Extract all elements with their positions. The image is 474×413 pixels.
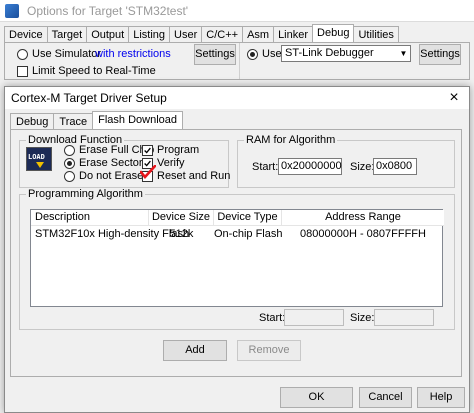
cell-address-range: 08000000H - 0807FFFFH bbox=[300, 228, 426, 240]
tab-asm[interactable]: Asm bbox=[242, 26, 275, 43]
panel-divider bbox=[239, 43, 240, 79]
add-button[interactable]: Add bbox=[163, 340, 227, 361]
tab-output[interactable]: Output bbox=[86, 26, 130, 43]
erase-full-chip-option[interactable]: Erase Full Chip bbox=[64, 144, 154, 156]
tab-flash-download[interactable]: Flash Download bbox=[92, 111, 184, 129]
tab-debug[interactable]: Debug bbox=[312, 24, 355, 43]
ram-for-algorithm-group: RAM for Algorithm Start: 0x20000000 Size… bbox=[237, 134, 455, 188]
verify-label: Verify bbox=[157, 157, 185, 169]
simulator-settings-button[interactable]: Settings bbox=[194, 44, 236, 65]
erase-sectors-label: Erase Sectors bbox=[79, 157, 149, 169]
algo-size-label: Size: bbox=[350, 312, 375, 324]
chevron-down-icon[interactable]: ▼ bbox=[397, 46, 410, 61]
keil-app-icon bbox=[5, 3, 19, 18]
col-device-size[interactable]: Device Size bbox=[149, 210, 214, 226]
col-description[interactable]: Description bbox=[31, 210, 149, 226]
remove-button[interactable]: Remove bbox=[237, 340, 301, 361]
use-simulator-label: Use Simulator bbox=[32, 48, 102, 60]
do-not-erase-radio[interactable] bbox=[64, 170, 75, 182]
tab-listing[interactable]: Listing bbox=[128, 26, 171, 43]
tab-user[interactable]: User bbox=[169, 26, 203, 43]
ok-button[interactable]: OK bbox=[280, 387, 353, 408]
use-simulator-radio[interactable] bbox=[17, 48, 28, 60]
cancel-button[interactable]: Cancel bbox=[359, 387, 412, 408]
flash-download-panel: Download Function LOAD Erase Full Chip E… bbox=[10, 129, 462, 377]
limit-speed-option[interactable]: Limit Speed to Real-Time bbox=[17, 65, 156, 77]
cell-description: STM32F10x High-density Flash bbox=[35, 228, 190, 240]
ram-for-algorithm-label: RAM for Algorithm bbox=[244, 134, 338, 146]
close-icon[interactable]: × bbox=[439, 87, 469, 109]
debugger-select[interactable]: ST-Link Debugger ▼ bbox=[281, 45, 411, 62]
limit-speed-label: Limit Speed to Real-Time bbox=[32, 65, 156, 77]
erase-full-chip-radio[interactable] bbox=[64, 144, 75, 156]
ram-size-input[interactable]: 0x0800 bbox=[373, 158, 417, 175]
outer-tab-bar: Device Target Output Listing User C/C++ … bbox=[4, 24, 399, 43]
erase-sectors-option[interactable]: Erase Sectors bbox=[64, 157, 148, 169]
download-function-group: Download Function LOAD Erase Full Chip E… bbox=[19, 134, 231, 188]
tab-target[interactable]: Target bbox=[46, 26, 88, 43]
tab-linker[interactable]: Linker bbox=[273, 26, 314, 43]
restrictions-link[interactable]: with restrictions bbox=[95, 48, 171, 60]
debugger-settings-button[interactable]: Settings bbox=[419, 44, 461, 65]
ram-size-label: Size: bbox=[350, 161, 375, 173]
outer-debug-panel: Use Simulator with restrictions Settings… bbox=[4, 42, 470, 80]
ram-start-input[interactable]: 0x20000000 bbox=[278, 158, 342, 175]
red-check-icon bbox=[140, 165, 156, 179]
programming-algorithm-group: Programming Algorithm Description Device… bbox=[19, 188, 455, 330]
cell-device-type: On-chip Flash bbox=[214, 228, 283, 240]
program-checkbox[interactable] bbox=[142, 144, 153, 156]
use-simulator-option[interactable]: Use Simulator bbox=[17, 48, 101, 60]
col-address-range[interactable]: Address Range bbox=[282, 210, 444, 226]
use-debugger-radio[interactable] bbox=[247, 48, 258, 60]
dialog-title: Cortex-M Target Driver Setup bbox=[11, 91, 167, 105]
algo-start-input[interactable] bbox=[284, 309, 344, 326]
debugger-select-value: ST-Link Debugger bbox=[285, 47, 374, 59]
outer-window-title: Options for Target 'STM32test' bbox=[27, 3, 189, 18]
reset-and-run-label: Reset and Run bbox=[157, 170, 231, 182]
outer-title-bar: Options for Target 'STM32test' bbox=[0, 0, 474, 22]
help-button[interactable]: Help bbox=[417, 387, 465, 408]
algorithm-table[interactable]: Description Device Size Device Type Addr… bbox=[30, 209, 444, 307]
cell-device-size: 512k bbox=[169, 228, 194, 240]
dialog-title-bar: Cortex-M Target Driver Setup × bbox=[5, 87, 469, 109]
tab-device[interactable]: Device bbox=[4, 26, 48, 43]
tab-trace[interactable]: Trace bbox=[53, 113, 94, 129]
ram-start-label: Start: bbox=[252, 161, 279, 173]
use-debugger-option[interactable]: Use: bbox=[247, 48, 285, 60]
tab-c-cpp[interactable]: C/C++ bbox=[201, 26, 244, 43]
algo-size-input[interactable] bbox=[374, 309, 434, 326]
col-device-type[interactable]: Device Type bbox=[214, 210, 282, 226]
tab-utilities[interactable]: Utilities bbox=[353, 26, 399, 43]
tab-debug-inner[interactable]: Debug bbox=[10, 113, 55, 129]
erase-sectors-radio[interactable] bbox=[64, 157, 75, 169]
dialog-tab-bar: Debug Trace Flash Download bbox=[10, 111, 184, 129]
do-not-erase-label: Do not Erase bbox=[79, 170, 144, 182]
limit-speed-checkbox[interactable] bbox=[17, 65, 28, 77]
do-not-erase-option[interactable]: Do not Erase bbox=[64, 170, 143, 182]
load-icon: LOAD bbox=[26, 147, 52, 171]
target-driver-setup-dialog: Cortex-M Target Driver Setup × Debug Tra… bbox=[4, 86, 470, 413]
algo-start-label: Start: bbox=[259, 312, 286, 324]
program-label: Program bbox=[157, 144, 200, 156]
program-option[interactable]: Program bbox=[142, 144, 199, 156]
programming-algorithm-label: Programming Algorithm bbox=[26, 188, 145, 200]
